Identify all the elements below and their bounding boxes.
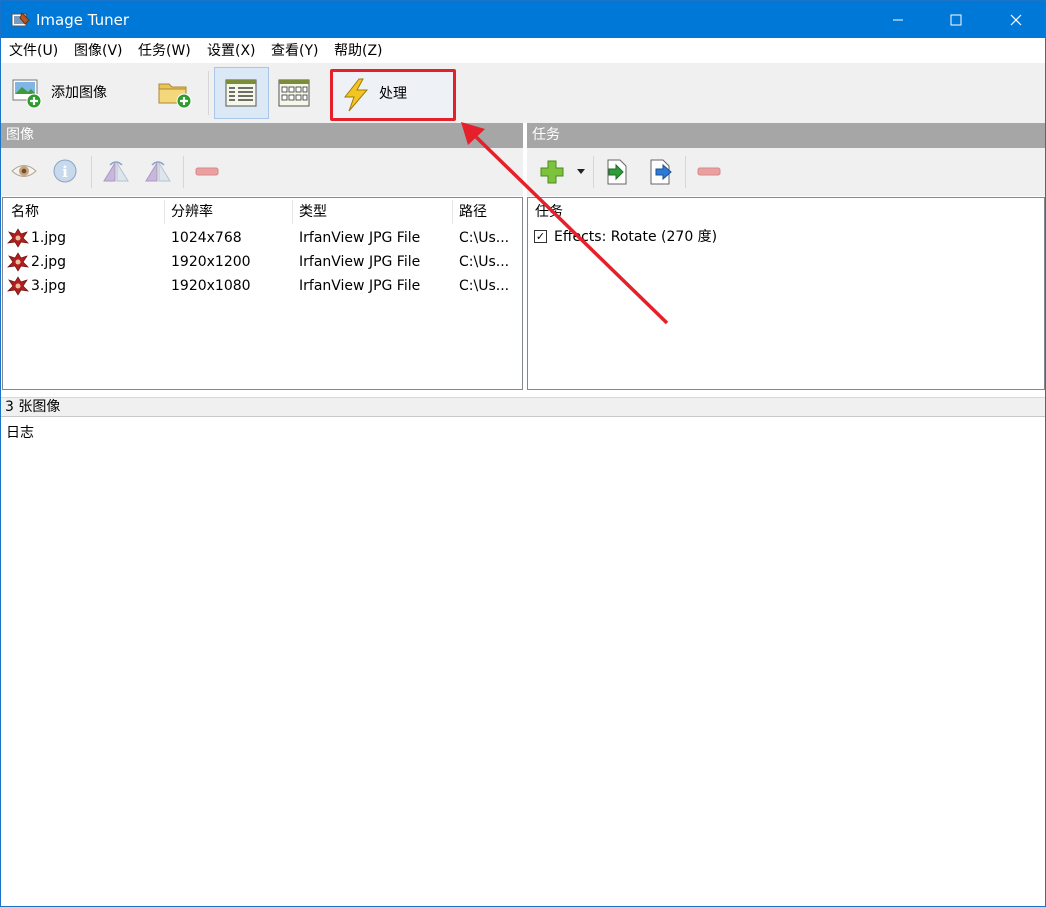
app-window: Image Tuner 文件(U) 图像(V) 任务(W) 设置(X) 查看(Y…	[0, 0, 1046, 907]
annotation-arrow	[461, 122, 669, 325]
